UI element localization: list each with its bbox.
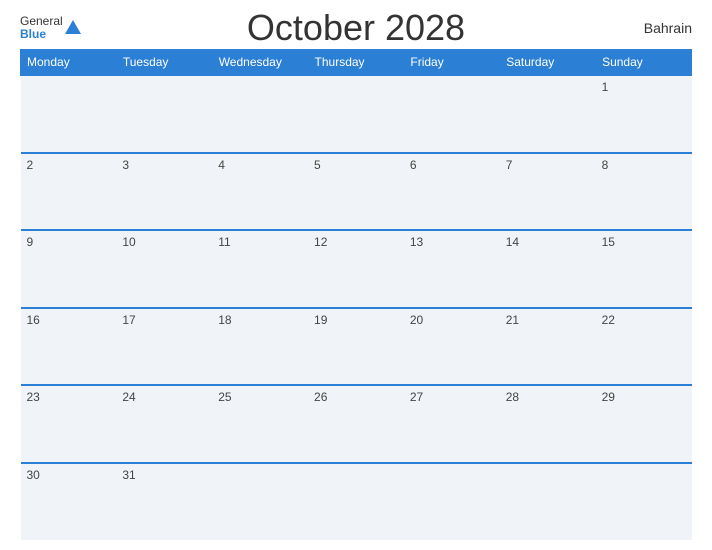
day-number: 11 — [218, 235, 230, 249]
calendar-day-cell: 7 — [500, 153, 596, 230]
day-number: 6 — [410, 158, 417, 172]
day-number: 28 — [506, 390, 519, 404]
calendar-day-cell: 29 — [596, 385, 692, 462]
calendar-day-cell: 17 — [116, 308, 212, 385]
day-number: 16 — [27, 313, 40, 327]
calendar-day-cell: 28 — [500, 385, 596, 462]
calendar-day-cell — [308, 463, 404, 540]
calendar-day-cell: 22 — [596, 308, 692, 385]
calendar-day-cell: 6 — [404, 153, 500, 230]
col-wednesday: Wednesday — [212, 50, 308, 76]
col-friday: Friday — [404, 50, 500, 76]
calendar-day-cell: 26 — [308, 385, 404, 462]
calendar-day-cell: 16 — [21, 308, 117, 385]
calendar-day-cell: 31 — [116, 463, 212, 540]
day-number: 13 — [410, 235, 423, 249]
day-number: 17 — [122, 313, 135, 327]
calendar-day-cell: 30 — [21, 463, 117, 540]
calendar-day-cell — [404, 463, 500, 540]
calendar-day-cell: 24 — [116, 385, 212, 462]
calendar-day-cell: 3 — [116, 153, 212, 230]
day-number: 7 — [506, 158, 513, 172]
day-number: 2 — [27, 158, 34, 172]
calendar-week-row: 1 — [21, 75, 692, 152]
day-number: 3 — [122, 158, 129, 172]
calendar-header: General Blue October 2028 Bahrain — [20, 15, 692, 41]
calendar-week-row: 9 10 11 12 13 14 15 — [21, 230, 692, 307]
col-thursday: Thursday — [308, 50, 404, 76]
calendar-day-cell: 27 — [404, 385, 500, 462]
calendar-day-cell: 12 — [308, 230, 404, 307]
col-monday: Monday — [21, 50, 117, 76]
calendar-page: General Blue October 2028 Bahrain Monday… — [0, 0, 712, 550]
calendar-day-cell: 4 — [212, 153, 308, 230]
calendar-day-cell: 15 — [596, 230, 692, 307]
calendar-week-row: 16 17 18 19 20 21 22 — [21, 308, 692, 385]
calendar-day-cell — [116, 75, 212, 152]
calendar-day-cell — [500, 463, 596, 540]
calendar-day-cell: 1 — [596, 75, 692, 152]
logo-blue-text: Blue — [20, 28, 63, 41]
logo: General Blue — [20, 15, 81, 41]
calendar-day-cell: 19 — [308, 308, 404, 385]
calendar-day-cell — [596, 463, 692, 540]
day-number: 31 — [122, 468, 135, 482]
day-number: 30 — [27, 468, 40, 482]
day-number: 22 — [602, 313, 615, 327]
day-number: 24 — [122, 390, 135, 404]
day-number: 29 — [602, 390, 615, 404]
day-number: 1 — [602, 80, 609, 94]
calendar-day-cell: 10 — [116, 230, 212, 307]
calendar-day-cell: 8 — [596, 153, 692, 230]
calendar-week-row: 23 24 25 26 27 28 29 — [21, 385, 692, 462]
calendar-day-cell — [500, 75, 596, 152]
calendar-title: October 2028 — [247, 7, 465, 49]
day-number: 9 — [27, 235, 34, 249]
logo-triangle-icon — [65, 20, 81, 34]
calendar-body: 1234567891011121314151617181920212223242… — [21, 75, 692, 540]
day-number: 20 — [410, 313, 423, 327]
day-number: 19 — [314, 313, 327, 327]
day-number: 18 — [218, 313, 231, 327]
calendar-day-cell: 14 — [500, 230, 596, 307]
day-number: 4 — [218, 158, 225, 172]
calendar-day-cell: 18 — [212, 308, 308, 385]
day-number: 12 — [314, 235, 327, 249]
calendar-day-cell: 2 — [21, 153, 117, 230]
calendar-day-cell — [21, 75, 117, 152]
calendar-day-cell: 21 — [500, 308, 596, 385]
day-number: 5 — [314, 158, 321, 172]
calendar-day-cell: 13 — [404, 230, 500, 307]
col-saturday: Saturday — [500, 50, 596, 76]
calendar-day-cell — [404, 75, 500, 152]
calendar-day-cell: 25 — [212, 385, 308, 462]
day-number: 23 — [27, 390, 40, 404]
calendar-header-row: Monday Tuesday Wednesday Thursday Friday… — [21, 50, 692, 76]
calendar-day-cell: 5 — [308, 153, 404, 230]
day-number: 14 — [506, 235, 519, 249]
calendar-table: Monday Tuesday Wednesday Thursday Friday… — [20, 49, 692, 540]
logo-text: General Blue — [20, 15, 63, 41]
calendar-day-cell — [212, 463, 308, 540]
calendar-week-row: 2 3 4 5 6 7 8 — [21, 153, 692, 230]
col-sunday: Sunday — [596, 50, 692, 76]
calendar-day-cell — [212, 75, 308, 152]
country-label: Bahrain — [644, 20, 692, 36]
day-number: 21 — [506, 313, 519, 327]
calendar-day-cell — [308, 75, 404, 152]
day-number: 15 — [602, 235, 615, 249]
col-tuesday: Tuesday — [116, 50, 212, 76]
day-number: 25 — [218, 390, 231, 404]
calendar-day-cell: 9 — [21, 230, 117, 307]
day-number: 26 — [314, 390, 327, 404]
day-number: 8 — [602, 158, 609, 172]
calendar-day-cell: 11 — [212, 230, 308, 307]
day-number: 10 — [122, 235, 135, 249]
calendar-day-cell: 23 — [21, 385, 117, 462]
day-number: 27 — [410, 390, 423, 404]
calendar-day-cell: 20 — [404, 308, 500, 385]
calendar-week-row: 30 31 — [21, 463, 692, 540]
